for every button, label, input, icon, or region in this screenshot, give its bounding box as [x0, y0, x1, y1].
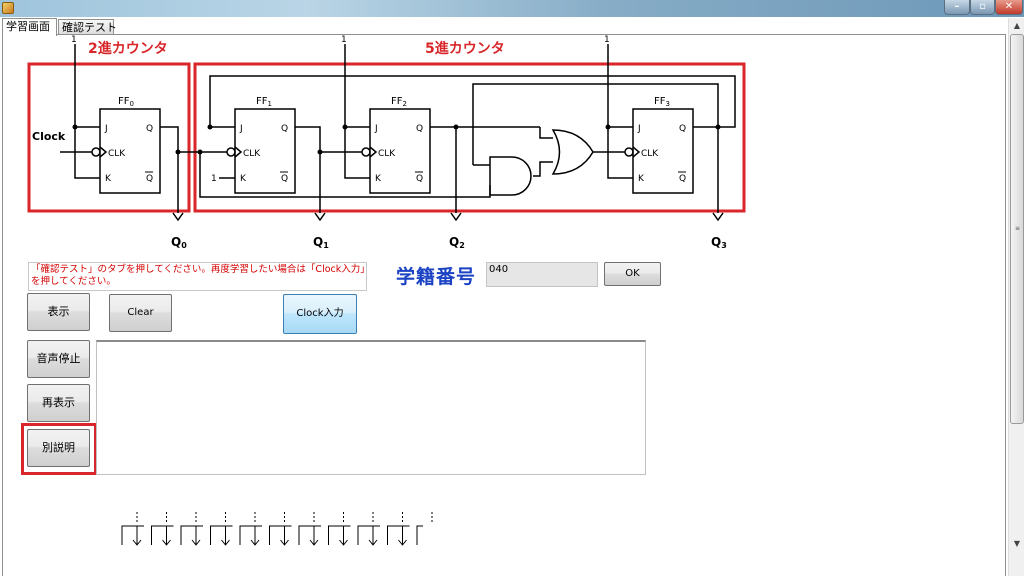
output-q3: Q3: [711, 235, 727, 250]
instruction-text: 「確認テスト」のタブを押してください。再度学習したい場合は「Clock入力」を押…: [31, 264, 365, 287]
scroll-grip-icon: ≡: [1015, 225, 1021, 232]
ff2-name: FF2: [391, 96, 407, 108]
output-q0: Q0: [171, 235, 187, 250]
ff3-pin-q: Q: [679, 124, 686, 134]
ff3-pin-clk: CLK: [641, 149, 659, 159]
counter5-box: [193, 62, 746, 213]
ff1-pin-clk: CLK: [243, 149, 261, 159]
ff0-pin-k: K: [105, 174, 112, 184]
ff1-pin-qbar: Q: [281, 174, 288, 184]
ff2-pin-q: Q: [416, 124, 423, 134]
instruction-box: 「確認テスト」のタブを押してください。再度学習したい場合は「Clock入力」を押…: [28, 262, 367, 291]
student-id-label: 学籍番号: [396, 266, 477, 288]
ff0-pin-q: Q: [146, 124, 153, 134]
audio-stop-button[interactable]: 音声停止: [27, 340, 90, 378]
ff1-pin-k: K: [240, 174, 247, 184]
ok-button[interactable]: OK: [604, 262, 661, 286]
ff2-pin-qbar: Q: [416, 174, 423, 184]
or-gate: [551, 129, 594, 175]
ff3-name: FF3: [654, 96, 670, 108]
counter2-label: 2進カウンタ: [88, 41, 168, 57]
show-button[interactable]: 表示: [27, 293, 90, 331]
message-area[interactable]: [96, 340, 646, 475]
counter5-label: 5進カウンタ: [425, 41, 505, 57]
ff0-pin-j: J: [104, 124, 108, 134]
ff2-pin-j: J: [374, 124, 378, 134]
vertical-scrollbar[interactable]: ▲ ≡ ▼: [1008, 18, 1024, 576]
redisplay-button[interactable]: 再表示: [27, 384, 90, 422]
scroll-down-arrow-icon[interactable]: ▼: [1009, 536, 1024, 552]
tab-study[interactable]: 学習画面: [2, 18, 57, 36]
high-input-ff2: 1: [341, 35, 347, 45]
counter-circuit-diagram: 2進カウンタ 5進カウンタ Clock 1 1 1 1 FF0 FF1 FF2 …: [27, 35, 746, 250]
clear-button[interactable]: Clear: [109, 294, 172, 332]
scroll-up-arrow-icon[interactable]: ▲: [1009, 18, 1024, 34]
ff1-pin-j: J: [239, 124, 243, 134]
and-gate: [489, 156, 532, 196]
ff2-pin-k: K: [375, 174, 382, 184]
high-input-ff1-k: 1: [211, 174, 217, 184]
output-q2: Q2: [449, 235, 465, 250]
ff3-pin-j: J: [637, 124, 641, 134]
ff0-pin-qbar: Q: [146, 174, 153, 184]
ff2-pin-clk: CLK: [378, 149, 396, 159]
ff1-name: FF1: [256, 96, 272, 108]
high-input-ff3: 1: [604, 35, 610, 45]
ff3-pin-qbar: Q: [679, 174, 686, 184]
student-id-input[interactable]: 040: [486, 262, 598, 287]
clock-label: Clock: [32, 130, 66, 143]
ff0-pin-clk: CLK: [108, 149, 126, 159]
extra-explain-highlight: [21, 423, 97, 475]
scroll-thumb[interactable]: ≡: [1010, 34, 1024, 424]
ff3-pin-k: K: [638, 174, 645, 184]
output-q1: Q1: [313, 235, 329, 250]
high-input-ff0: 1: [71, 35, 77, 45]
ff1-pin-q: Q: [281, 124, 288, 134]
ff0-name: FF0: [118, 96, 134, 108]
clock-input-button[interactable]: Clock入力: [283, 294, 357, 334]
